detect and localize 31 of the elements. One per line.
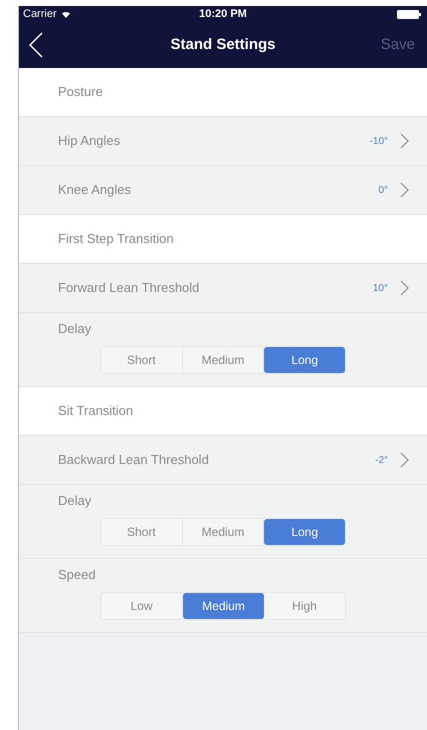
chevron-right-icon	[400, 133, 409, 149]
segment-option[interactable]: Short	[101, 518, 183, 544]
segment-option[interactable]: Short	[101, 346, 183, 372]
setting-value: 0°	[378, 184, 388, 198]
battery-icon	[397, 10, 421, 18]
clock-label: 10:20 PM	[199, 6, 247, 22]
setting-label: Speed	[58, 566, 97, 584]
segment-option[interactable]: Long	[264, 346, 346, 372]
chevron-right-icon	[400, 452, 409, 468]
setting-label: Knee Angles	[58, 181, 132, 200]
chevron-right-icon	[400, 280, 409, 296]
segment-option[interactable]: Long	[264, 518, 346, 544]
chevron-right-icon	[400, 182, 409, 198]
setting-label: Delay	[58, 320, 92, 338]
setting-label: Delay	[58, 492, 92, 510]
section-header: Sit Transition	[58, 402, 134, 420]
screen-title: Stand Settings	[170, 34, 276, 55]
setting-label: Backward Lean Threshold	[58, 451, 209, 470]
setting-label: Hip Angles	[58, 132, 120, 150]
setting-value: -2°	[375, 454, 388, 468]
back-chevron-icon	[29, 32, 43, 58]
wifi-icon	[60, 10, 71, 18]
section-header: Posture	[58, 83, 103, 102]
carrier-label: Carrier	[23, 6, 57, 22]
back-button[interactable]	[29, 30, 45, 60]
setting-label: Forward Lean Threshold	[58, 279, 200, 298]
section-header: First Step Transition	[58, 230, 174, 248]
setting-value: -10°	[370, 134, 388, 148]
setting-value: 10°	[372, 282, 388, 296]
segment-option[interactable]: Medium	[183, 592, 264, 618]
segment-option[interactable]: High	[264, 592, 345, 618]
